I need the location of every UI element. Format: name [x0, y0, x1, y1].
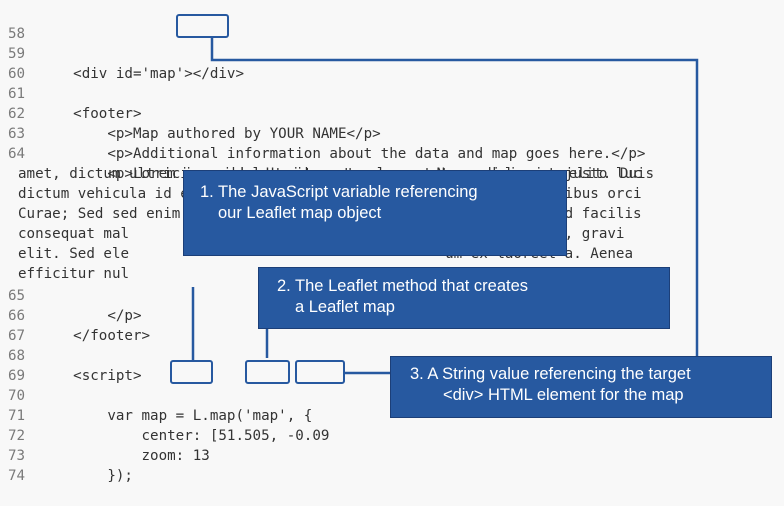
line-number: 74	[8, 468, 26, 484]
highlight-div-id	[176, 14, 229, 38]
callout-line: 2. The Leaflet method that creates	[277, 277, 529, 295]
callout-method: 2. The Leaflet method that creates a Lea…	[258, 267, 670, 329]
callout-line: 3. A String value referencing the target	[410, 365, 691, 383]
highlight-map-string	[295, 360, 345, 384]
highlight-map-method	[245, 360, 290, 384]
callout-line: <div> HTML element for the map	[443, 386, 684, 404]
callout-line: 1. The JavaScript variable referencing	[200, 183, 478, 201]
code-text: });	[39, 468, 133, 484]
callout-line: a Leaflet map	[295, 298, 395, 316]
callout-string: 3. A String value referencing the target…	[390, 356, 772, 418]
highlight-var-map	[170, 360, 213, 384]
callout-line: our Leaflet map object	[218, 204, 382, 222]
callout-variable: 1. The JavaScript variable referencing o…	[183, 170, 567, 256]
